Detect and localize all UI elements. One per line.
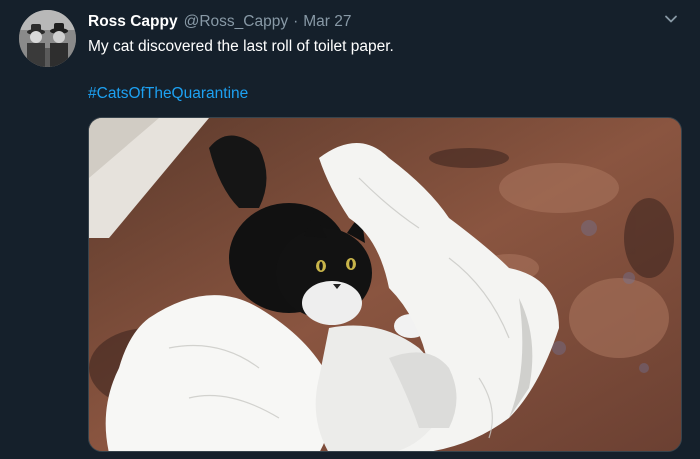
user-handle[interactable]: @Ross_Cappy [184,13,288,31]
avatar-image [19,10,76,67]
tweet-header: Ross Cappy @Ross_Cappy · Mar 27 [88,12,352,32]
separator-dot: · [293,13,299,30]
tweet-text: My cat discovered the last roll of toile… [88,38,394,55]
display-name[interactable]: Ross Cappy [88,13,178,31]
tweet-card[interactable]: Ross Cappy @Ross_Cappy · Mar 27 My cat d… [0,0,700,459]
tweet-date[interactable]: Mar 27 [303,13,351,31]
chevron-down-icon [665,15,677,23]
tweet-photo[interactable] [88,117,682,452]
avatar[interactable] [19,10,76,67]
hashtag-link[interactable]: #CatsOfTheQuarantine [88,84,248,104]
more-options-button[interactable] [662,10,680,28]
cat-toilet-paper-photo [89,118,681,451]
